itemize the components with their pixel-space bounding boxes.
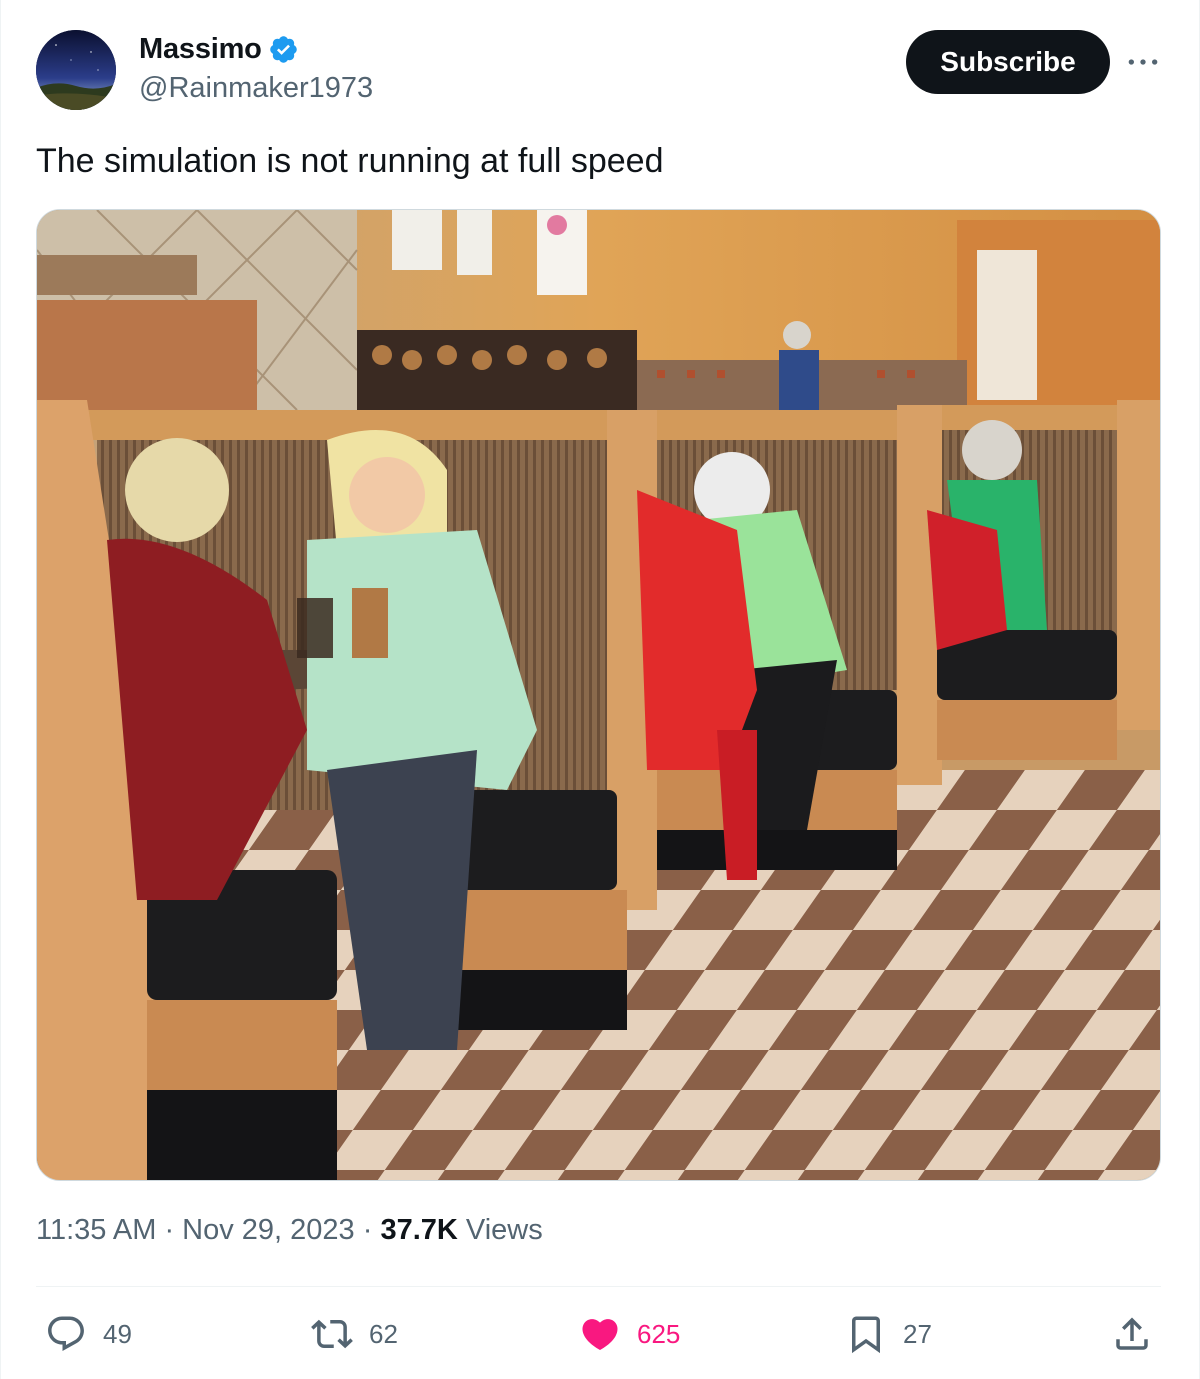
avatar-image bbox=[36, 30, 116, 110]
tweet-time[interactable]: 11:35 AM bbox=[36, 1214, 156, 1246]
restaurant-booths-photo bbox=[37, 210, 1160, 1180]
tweet-card: Massimo @Rainmaker1973 Subscribe The sim… bbox=[0, 0, 1200, 1379]
more-options-button[interactable] bbox=[1123, 44, 1163, 80]
bookmark-button[interactable]: 27 bbox=[845, 1310, 932, 1358]
avatar[interactable] bbox=[36, 30, 116, 110]
speech-bubble-icon bbox=[48, 1316, 84, 1351]
views-count: 37.7K bbox=[380, 1214, 458, 1246]
divider bbox=[36, 1286, 1161, 1287]
repost-count: 62 bbox=[369, 1318, 398, 1349]
verified-badge-icon[interactable] bbox=[268, 34, 299, 65]
tweet-date[interactable]: Nov 29, 2023 bbox=[182, 1214, 355, 1246]
reply-count: 49 bbox=[103, 1318, 132, 1349]
views-label: Views bbox=[457, 1214, 543, 1246]
heart-icon bbox=[582, 1319, 618, 1351]
repost-arrows-icon bbox=[311, 1319, 353, 1349]
ellipsis-icon bbox=[1128, 59, 1158, 65]
author-name-row[interactable]: Massimo bbox=[139, 32, 299, 66]
meta-separator: · bbox=[156, 1214, 183, 1246]
bookmark-count: 27 bbox=[903, 1318, 932, 1349]
meta-separator: · bbox=[354, 1214, 381, 1246]
tweet-meta: 11:35 AM · Nov 29, 2023 · 37.7K Views bbox=[36, 1214, 543, 1247]
author-name[interactable]: Massimo bbox=[139, 33, 262, 66]
tweet-photo[interactable] bbox=[36, 209, 1161, 1181]
reply-button[interactable]: 49 bbox=[45, 1310, 132, 1358]
bookmark-icon bbox=[852, 1316, 880, 1354]
subscribe-button[interactable]: Subscribe bbox=[906, 30, 1110, 94]
tweet-text: The simulation is not running at full sp… bbox=[36, 142, 664, 180]
like-count: 625 bbox=[637, 1318, 681, 1349]
share-upload-icon bbox=[1116, 1317, 1148, 1350]
repost-button[interactable]: 62 bbox=[311, 1310, 398, 1358]
share-button[interactable] bbox=[1111, 1310, 1153, 1358]
author-handle[interactable]: @Rainmaker1973 bbox=[139, 72, 373, 105]
like-button[interactable]: 625 bbox=[579, 1310, 680, 1358]
